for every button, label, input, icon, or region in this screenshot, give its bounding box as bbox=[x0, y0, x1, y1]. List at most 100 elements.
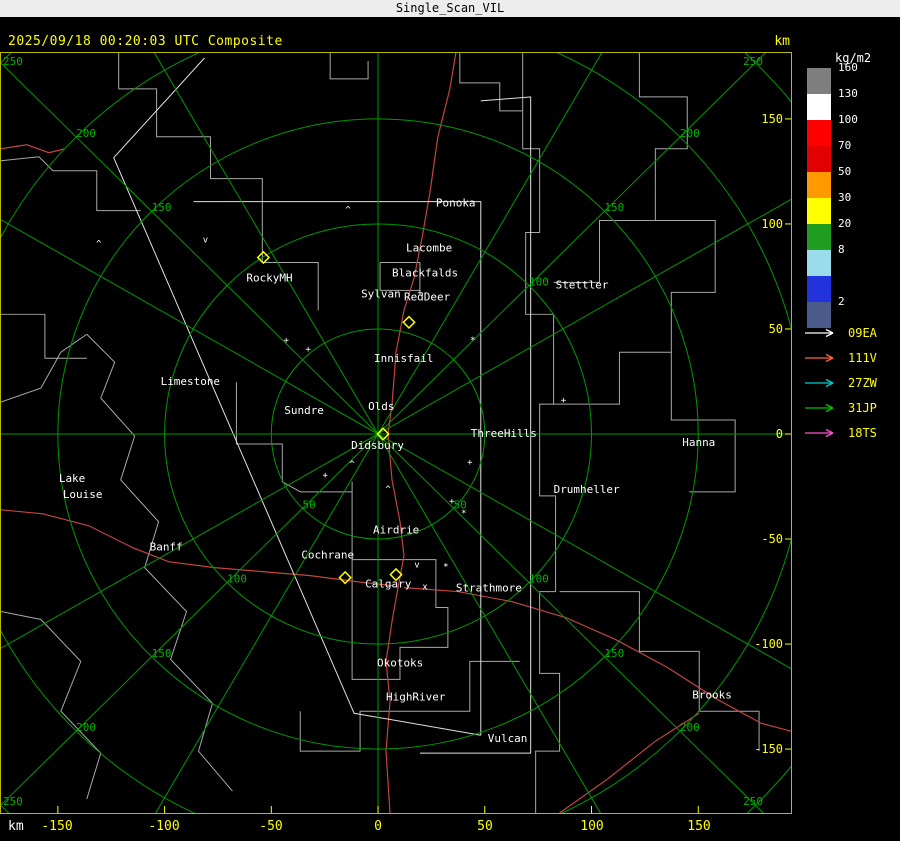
city-label: Ponoka bbox=[436, 197, 476, 210]
colorbar-swatch bbox=[807, 224, 831, 250]
storm-id-label: 18TS bbox=[848, 425, 877, 440]
city-label: Stettler bbox=[556, 278, 609, 291]
ring-label: 250 bbox=[3, 795, 23, 808]
x-axis-label: -150 bbox=[41, 819, 73, 834]
point-marker: * bbox=[470, 336, 475, 346]
storm-id-label: 31JP bbox=[848, 400, 877, 415]
ring-label: 150 bbox=[604, 647, 624, 660]
city-label: Blackfalds bbox=[392, 266, 458, 279]
radar-map-svg: 150 200 250 100 150 200 250 50 100 150 200 250 50 100… bbox=[1, 53, 791, 813]
x-axis-label: 150 bbox=[687, 819, 711, 834]
storm-legend-row: 31JP bbox=[805, 395, 877, 420]
city-label: Okotoks bbox=[377, 656, 423, 669]
city-label: ThreeHills bbox=[471, 427, 537, 440]
y-axis-label: 150 bbox=[761, 112, 783, 126]
storm-motion-arrow-icon bbox=[805, 403, 834, 412]
city-label: Sylvan bbox=[361, 287, 401, 300]
radar-site-icon bbox=[402, 315, 416, 329]
colorbar-threshold-label: 20 bbox=[838, 217, 852, 230]
city-label: Didsbury bbox=[351, 439, 404, 452]
colorbar-swatch bbox=[807, 146, 831, 172]
x-axis-label: 100 bbox=[580, 819, 604, 834]
point-marker: + bbox=[417, 288, 423, 298]
storm-legend: 09EA 111V 27ZW 31JP 18TS bbox=[805, 320, 877, 445]
point-marker: + bbox=[306, 345, 312, 355]
storm-legend-row: 18TS bbox=[805, 420, 877, 445]
radar-site-icon bbox=[256, 250, 271, 265]
colorbar-entries: 160 130 100 70 50 30 20 8 2 bbox=[807, 61, 900, 328]
storm-motion-arrow-icon bbox=[805, 428, 834, 437]
point-marker: * bbox=[443, 563, 448, 573]
point-marker: ^ bbox=[349, 460, 355, 470]
y-axis-label: 0 bbox=[776, 427, 783, 441]
colorbar-threshold-label: 100 bbox=[838, 113, 858, 126]
city-label: Drumheller bbox=[554, 483, 620, 496]
city-label: Vulcan bbox=[488, 732, 528, 745]
city-label: Lake bbox=[59, 472, 85, 485]
ring-label: 150 bbox=[152, 201, 172, 214]
storm-id-label: 27ZW bbox=[848, 375, 877, 390]
colorbar-swatch bbox=[807, 68, 831, 94]
city-labels: Ponoka Lacombe Blackfalds Sylvan RedDeer Stet… bbox=[59, 197, 732, 746]
radar-site-icon bbox=[338, 570, 352, 585]
colorbar-entry: 100 bbox=[807, 113, 900, 146]
point-marker: + bbox=[284, 336, 290, 346]
city-label: Olds bbox=[368, 400, 394, 413]
point-marker: + bbox=[467, 458, 473, 468]
x-axis-label: 0 bbox=[374, 819, 382, 834]
range-unit-label-top: km bbox=[774, 34, 790, 49]
window-title: Single_Scan_VIL bbox=[0, 0, 900, 17]
point-marker: + bbox=[322, 471, 328, 481]
colorbar-swatch bbox=[807, 276, 831, 302]
y-axis-label: 100 bbox=[761, 217, 783, 231]
y-axis-label: -50 bbox=[761, 532, 783, 546]
point-marker: ^ bbox=[345, 206, 351, 216]
radar-map: 150 200 250 100 150 200 250 50 100 150 200 250 50 100… bbox=[0, 52, 792, 814]
ring-label: 200 bbox=[680, 721, 700, 734]
storm-motion-arrow-icon bbox=[805, 353, 834, 362]
colorbar-swatch bbox=[807, 94, 831, 120]
colorbar-threshold-label: 160 bbox=[838, 61, 858, 74]
point-marker: x bbox=[422, 583, 428, 593]
city-label: Innisfail bbox=[374, 352, 433, 365]
ring-label: 200 bbox=[680, 127, 700, 140]
colorbar-threshold-label: 30 bbox=[838, 191, 852, 204]
city-label: RedDeer bbox=[404, 290, 451, 303]
y-axis-label: -150 bbox=[754, 742, 783, 756]
side-panel: kg/m2 160 130 100 70 50 30 20 8 2 09EA 111V 27ZW 31… bbox=[793, 17, 900, 841]
storm-legend-row: 27ZW bbox=[805, 370, 877, 395]
scan-timestamp: 2025/09/18 00:20:03 UTC Composite bbox=[8, 34, 283, 49]
colorbar-threshold-label: 2 bbox=[838, 295, 845, 308]
city-label: Calgary bbox=[365, 578, 412, 591]
storm-legend-row: 111V bbox=[805, 345, 877, 370]
city-label: Sundre bbox=[284, 404, 324, 417]
colorbar-threshold-label: 50 bbox=[838, 165, 852, 178]
point-marker: ^ bbox=[385, 485, 391, 495]
x-axis-label: -50 bbox=[259, 819, 283, 834]
y-axis-label: 50 bbox=[769, 322, 783, 336]
city-label: Banff bbox=[150, 541, 183, 554]
city-label: Louise bbox=[63, 488, 103, 501]
storm-legend-row: 09EA bbox=[805, 320, 877, 345]
colorbar-threshold-label: 130 bbox=[838, 87, 858, 100]
city-label: Strathmore bbox=[456, 582, 522, 595]
colorbar-swatch bbox=[807, 198, 831, 224]
colorbar-entry: 30 bbox=[807, 191, 900, 224]
ring-label: 250 bbox=[743, 795, 763, 808]
ring-label: 150 bbox=[152, 647, 172, 660]
point-marker: v bbox=[414, 561, 419, 571]
point-marker: + bbox=[561, 396, 567, 406]
ring-label: 200 bbox=[76, 721, 96, 734]
city-label: Brooks bbox=[692, 688, 732, 701]
colorbar-swatch bbox=[807, 172, 831, 198]
colorbar-entry: 20 bbox=[807, 217, 900, 250]
colorbar-entry: 8 bbox=[807, 243, 900, 276]
ring-label: 100 bbox=[227, 573, 247, 586]
storm-id-label: 09EA bbox=[848, 325, 877, 340]
axis-ticks: 150 100 50 0 -50 -100 -150 bbox=[57, 112, 791, 813]
colorbar-threshold-label: 8 bbox=[838, 243, 845, 256]
city-label: Cochrane bbox=[301, 549, 354, 562]
colorbar-entry: 70 bbox=[807, 139, 900, 172]
city-label: Hanna bbox=[682, 436, 715, 449]
ring-label: 50 bbox=[303, 498, 316, 511]
